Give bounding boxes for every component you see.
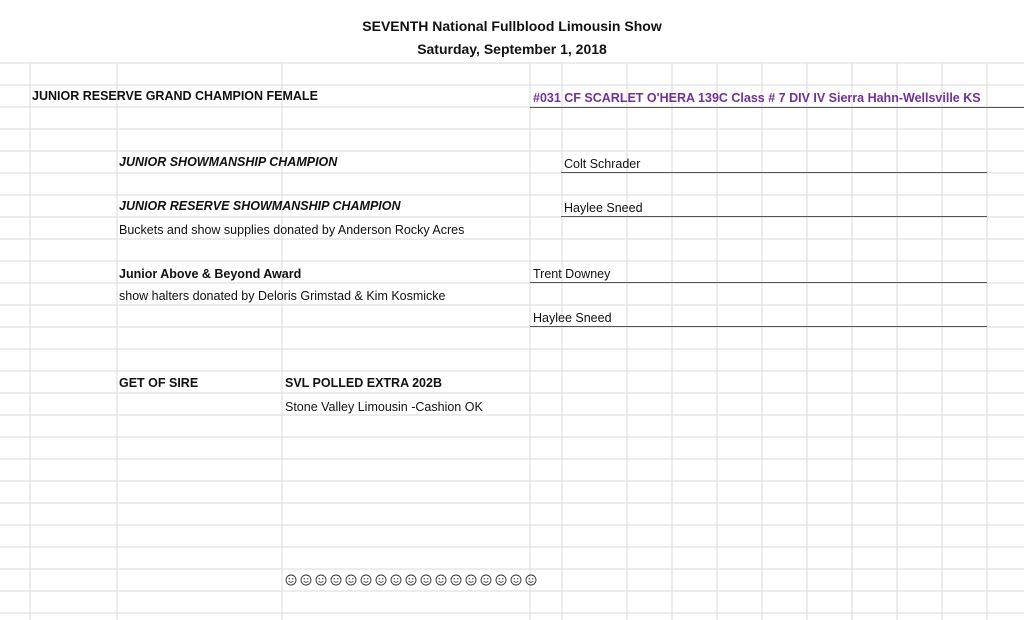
smiley-face-icon xyxy=(405,574,417,586)
award-winner-junior-showmanship-champion: Colt Schrader xyxy=(564,157,641,171)
smiley-face-icon xyxy=(375,574,387,586)
award-winner-junior-reserve-grand-champion-female: #031 CF SCARLET O'HERA 139C Class # 7 DI… xyxy=(533,91,981,105)
smiley-face-icon xyxy=(345,574,357,586)
page-subtitle-date: Saturday, September 1, 2018 xyxy=(417,41,607,57)
smiley-face-icon xyxy=(420,574,432,586)
award-label-junior-reserve-grand-champion-female: JUNIOR RESERVE GRAND CHAMPION FEMALE xyxy=(32,89,318,103)
smiley-face-icon xyxy=(465,574,477,586)
award-winner-junior-reserve-showmanship-champion: Haylee Sneed xyxy=(564,201,643,215)
winner-underline xyxy=(530,326,987,327)
smiley-face-icon xyxy=(480,574,492,586)
sponsor-note-halters: show halters donated by Deloris Grimstad… xyxy=(119,289,446,303)
page-title: SEVENTH National Fullblood Limousin Show xyxy=(362,18,662,34)
smiley-face-icon xyxy=(315,574,327,586)
smiley-face-icon xyxy=(510,574,522,586)
award-winner-above-beyond-1: Trent Downey xyxy=(533,267,611,281)
award-label-get-of-sire: GET OF SIRE xyxy=(119,376,199,390)
smiley-row xyxy=(285,574,545,588)
smiley-face-icon xyxy=(390,574,402,586)
smiley-face-icon xyxy=(495,574,507,586)
winner-underline xyxy=(561,172,987,173)
winner-underline xyxy=(530,282,987,283)
award-winner-above-beyond-2: Haylee Sneed xyxy=(533,311,612,325)
sponsor-note-buckets: Buckets and show supplies donated by And… xyxy=(119,223,465,237)
smiley-face-icon xyxy=(525,574,537,586)
smiley-face-icon xyxy=(360,574,372,586)
award-label-junior-above-beyond: Junior Above & Beyond Award xyxy=(119,267,302,281)
award-label-junior-reserve-showmanship-champion: JUNIOR RESERVE SHOWMANSHIP CHAMPION xyxy=(119,199,401,213)
get-of-sire-owner: Stone Valley Limousin -Cashion OK xyxy=(285,400,483,414)
smiley-face-icon xyxy=(330,574,342,586)
smiley-face-icon xyxy=(435,574,447,586)
get-of-sire-name: SVL POLLED EXTRA 202B xyxy=(285,376,442,390)
winner-underline xyxy=(530,107,1024,108)
smiley-face-icon xyxy=(300,574,312,586)
smiley-face-icon xyxy=(450,574,462,586)
award-label-junior-showmanship-champion: JUNIOR SHOWMANSHIP CHAMPION xyxy=(119,155,338,169)
winner-underline xyxy=(561,216,987,217)
smiley-face-icon xyxy=(285,574,297,586)
